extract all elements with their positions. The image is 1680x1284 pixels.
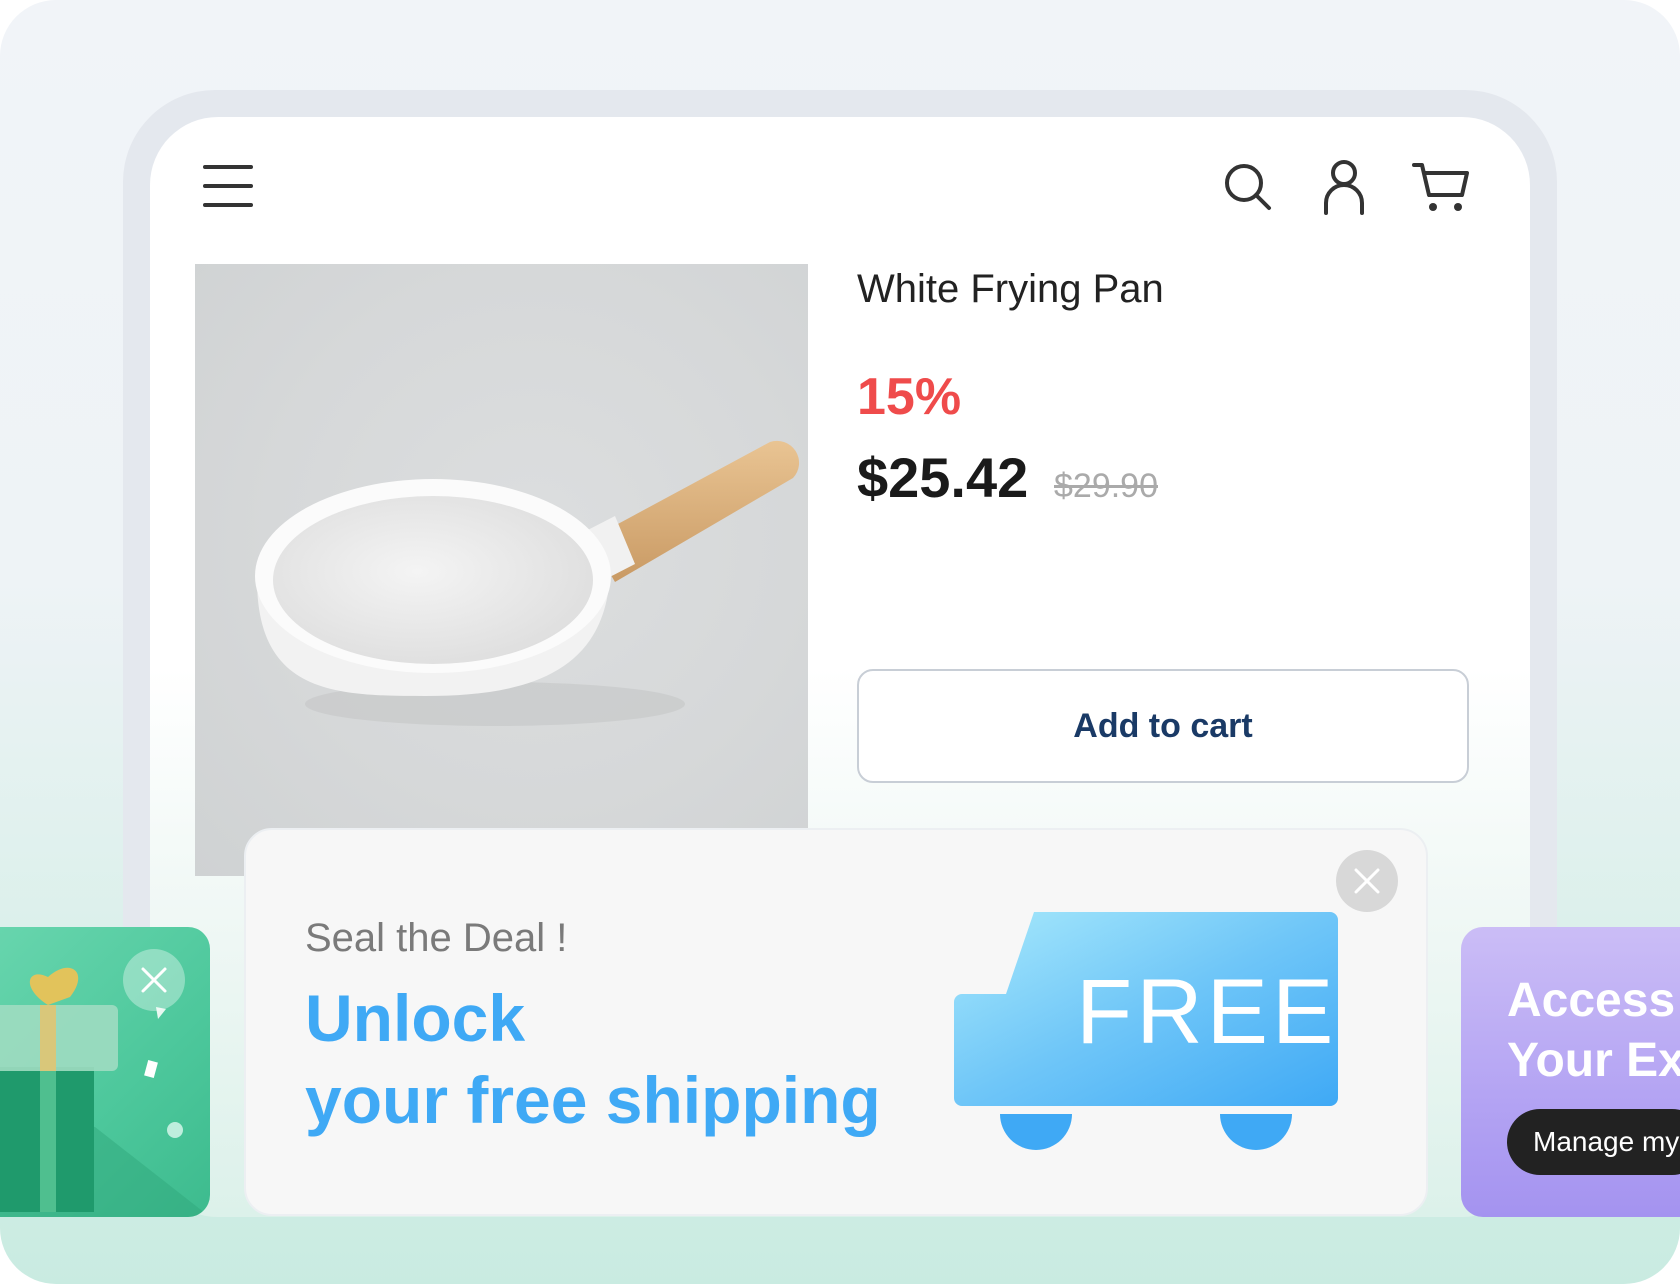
- free-shipping-popup: Seal the Deal ! Unlock your free shippin…: [244, 828, 1428, 1216]
- user-icon[interactable]: [1322, 159, 1366, 215]
- search-icon[interactable]: [1224, 163, 1272, 211]
- free-label: FREE: [1076, 961, 1338, 1063]
- close-icon: [141, 967, 167, 993]
- gift-close-button[interactable]: [123, 949, 185, 1011]
- product-image: [195, 264, 808, 876]
- discount-badge: 15%: [857, 368, 962, 426]
- hamburger-menu-icon[interactable]: [203, 165, 253, 207]
- gift-promo-card[interactable]: [0, 927, 210, 1217]
- popup-close-button[interactable]: [1336, 850, 1398, 912]
- frying-pan-illustration: [255, 440, 800, 726]
- manage-button[interactable]: Manage my: [1507, 1109, 1680, 1175]
- promo-headline-line2: your free shipping: [305, 1063, 881, 1137]
- add-to-cart-button[interactable]: Add to cart: [857, 669, 1469, 783]
- close-icon: [1354, 868, 1380, 894]
- cart-icon[interactable]: [1412, 161, 1470, 215]
- original-price: $29.90: [1054, 467, 1158, 505]
- promo-headline-line1: Unlock: [305, 981, 526, 1055]
- account-card-title-line1: Access: [1507, 974, 1676, 1027]
- background: White Frying Pan 15% $25.42 $29.90 Add t…: [0, 0, 1680, 1284]
- account-card-title-line2: Your Ex: [1507, 1034, 1680, 1087]
- product-title: White Frying Pan: [857, 267, 1164, 311]
- promo-subtitle: Seal the Deal !: [305, 916, 568, 960]
- account-promo-card[interactable]: Access Your Ex Manage my: [1461, 927, 1680, 1217]
- current-price: $25.42: [857, 446, 1029, 509]
